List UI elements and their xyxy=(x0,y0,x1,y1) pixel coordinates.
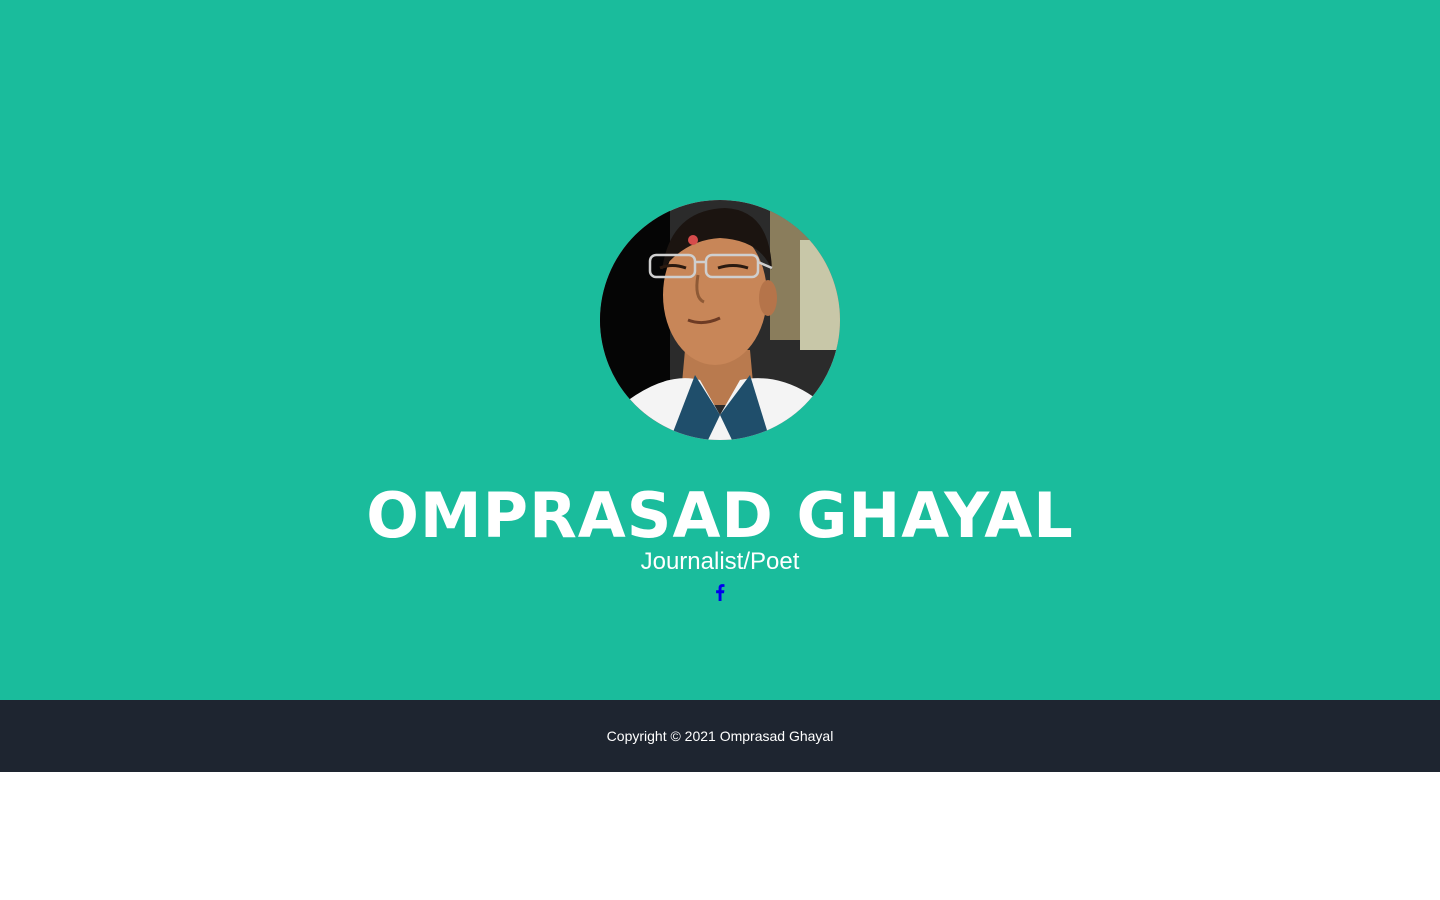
profile-name: OMPRASAD GHAYAL xyxy=(366,479,1074,552)
facebook-icon xyxy=(716,583,725,601)
footer: Copyright © 2021 Omprasad Ghayal xyxy=(0,700,1440,772)
profile-photo xyxy=(600,200,840,440)
profile-avatar xyxy=(600,200,840,440)
profile-subtitle: Journalist/Poet xyxy=(640,548,800,575)
hero-section: OMPRASAD GHAYAL Journalist/Poet xyxy=(0,0,1440,700)
copyright-text: Copyright © 2021 Omprasad Ghayal xyxy=(606,728,834,744)
facebook-link[interactable] xyxy=(710,581,730,603)
